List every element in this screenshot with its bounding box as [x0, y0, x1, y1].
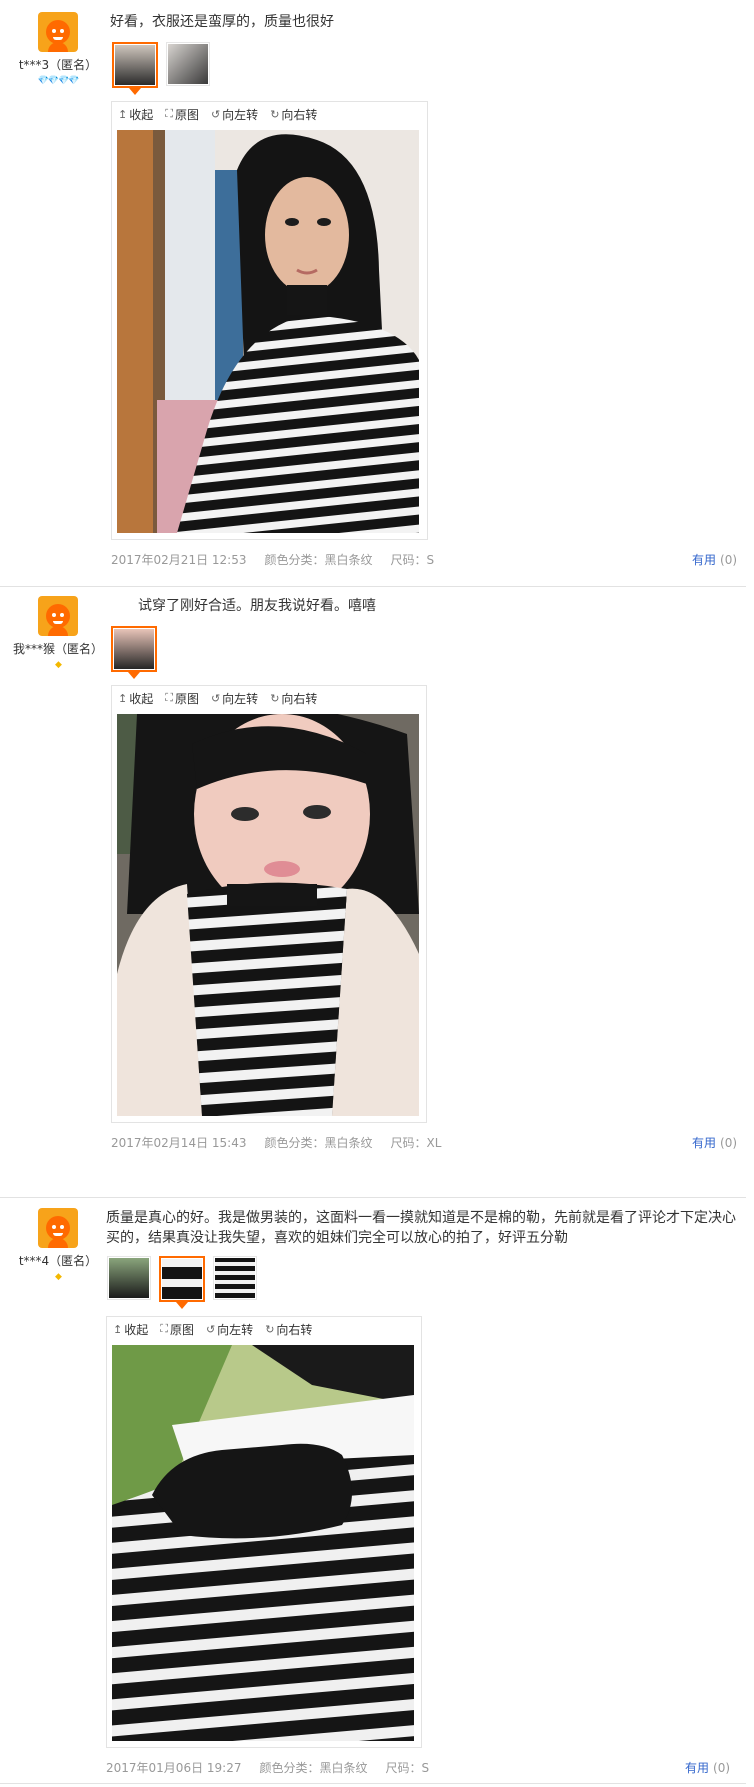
useful-button[interactable]: 有用 (0): [692, 551, 737, 568]
review-date: 2017年02月14日 15:43: [111, 1136, 247, 1150]
original-image-button[interactable]: ⛶ 原图: [160, 1321, 194, 1338]
rank-icons: 💎💎💎💎: [37, 76, 80, 86]
review-date: 2017年01月06日 19:27: [106, 1761, 242, 1775]
review-thumbnail[interactable]: [111, 626, 157, 679]
useful-button[interactable]: 有用 (0): [692, 1134, 737, 1151]
useful-button[interactable]: 有用 (0): [685, 1759, 730, 1776]
rotate-left-button[interactable]: ↺ 向左转: [206, 1321, 253, 1338]
rotate-right-icon: ↻: [270, 107, 280, 121]
rotate-left-button[interactable]: ↺ 向左转: [211, 690, 258, 707]
review-photo: [112, 1345, 414, 1741]
rotate-left-icon: ↺: [205, 1322, 216, 1336]
review-size: 尺码：S: [385, 1761, 430, 1775]
original-image-button[interactable]: ⛶ 原图: [165, 690, 199, 707]
useful-count: (0): [713, 1761, 731, 1775]
review-thumbnail[interactable]: [107, 1256, 151, 1300]
collapse-icon: ↥: [113, 1322, 123, 1336]
rank-icons: ◆: [55, 660, 62, 670]
review-size: 尺码：XL: [390, 1136, 442, 1150]
review-thumbnail[interactable]: [213, 1256, 257, 1300]
review-divider: [0, 586, 746, 587]
review-date: 2017年02月21日 12:53: [111, 553, 247, 567]
review-color: 颜色分类：黑白条纹: [264, 1136, 373, 1150]
useful-label[interactable]: 有用: [692, 553, 716, 567]
username: t***3（匿名）: [18, 58, 98, 72]
useful-label[interactable]: 有用: [692, 1136, 716, 1150]
rotate-right-button[interactable]: ↻ 向右转: [270, 106, 317, 123]
rotate-left-icon: ↺: [210, 107, 221, 121]
avatar: [38, 1208, 78, 1248]
image-viewer: ↥ 收起 ⛶ 原图 ↺ 向左转 ↻ 向右转: [111, 685, 427, 1123]
useful-count: (0): [720, 1136, 738, 1150]
image-viewer: ↥ 收起 ⛶ 原图 ↺ 向左转 ↻ 向右转: [106, 1316, 422, 1748]
useful-count: (0): [720, 553, 738, 567]
review-text: 质量是真心的好。我是做男装的，这面料一看一摸就知道是不是棉的勒，先前就是看了评论…: [106, 1210, 736, 1246]
useful-label[interactable]: 有用: [685, 1761, 709, 1775]
review-color: 颜色分类：黑白条纹: [264, 553, 373, 567]
username: t***4（匿名）: [18, 1254, 98, 1268]
collapse-button[interactable]: ↥ 收起: [118, 106, 153, 123]
rank-icons: ◆: [55, 1272, 62, 1282]
original-image-button[interactable]: ⛶ 原图: [165, 106, 199, 123]
review-meta: 2017年01月06日 19:27 颜色分类：黑白条纹 尺码：S: [106, 1759, 447, 1776]
viewer-toolbar: ↥ 收起 ⛶ 原图 ↺ 向左转 ↻ 向右转: [112, 686, 426, 710]
review-size: 尺码：S: [390, 553, 435, 567]
viewer-toolbar: ↥ 收起 ⛶ 原图 ↺ 向左转 ↻ 向右转: [107, 1317, 421, 1341]
collapse-button[interactable]: ↥ 收起: [118, 690, 153, 707]
expand-icon: ⛶: [160, 1322, 168, 1335]
reviewer-1: t***3（匿名） 💎💎💎💎: [0, 12, 116, 86]
rotate-right-icon: ↻: [270, 691, 280, 705]
review-text: 好看，衣服还是蛮厚的，质量也很好: [110, 14, 334, 30]
review-photo: [117, 130, 419, 533]
expand-icon: ⛶: [165, 691, 173, 704]
review-text: 试穿了刚好合适。朋友我说好看。嘻嘻: [138, 598, 376, 614]
viewer-toolbar: ↥ 收起 ⛶ 原图 ↺ 向左转 ↻ 向右转: [112, 102, 427, 126]
review-divider: [0, 1783, 746, 1784]
expand-icon: ⛶: [165, 107, 173, 120]
collapse-icon: ↥: [118, 107, 128, 121]
rotate-left-button[interactable]: ↺ 向左转: [211, 106, 258, 123]
reviewer-2: 我***猴（匿名） ◆: [0, 596, 116, 670]
review-meta: 2017年02月14日 15:43 颜色分类：黑白条纹 尺码：XL: [111, 1134, 459, 1151]
review-thumbnail[interactable]: [166, 42, 210, 86]
rotate-left-icon: ↺: [210, 691, 221, 705]
review-divider: [0, 1197, 746, 1198]
username: 我***猴（匿名）: [12, 642, 103, 656]
image-viewer: ↥ 收起 ⛶ 原图 ↺ 向左转 ↻ 向右转: [111, 101, 428, 540]
review-color: 颜色分类：黑白条纹: [259, 1761, 368, 1775]
collapse-button[interactable]: ↥ 收起: [113, 1321, 148, 1338]
review-thumbnail[interactable]: [112, 42, 158, 95]
rotate-right-button[interactable]: ↻ 向右转: [265, 1321, 312, 1338]
avatar: [38, 596, 78, 636]
review-meta: 2017年02月21日 12:53 颜色分类：黑白条纹 尺码：S: [111, 551, 452, 568]
reviewer-3: t***4（匿名） ◆: [0, 1208, 116, 1282]
rotate-right-icon: ↻: [265, 1322, 275, 1336]
collapse-icon: ↥: [118, 691, 128, 705]
avatar: [38, 12, 78, 52]
rotate-right-button[interactable]: ↻ 向右转: [270, 690, 317, 707]
review-thumbnail[interactable]: [159, 1256, 205, 1309]
review-photo: [117, 714, 419, 1116]
